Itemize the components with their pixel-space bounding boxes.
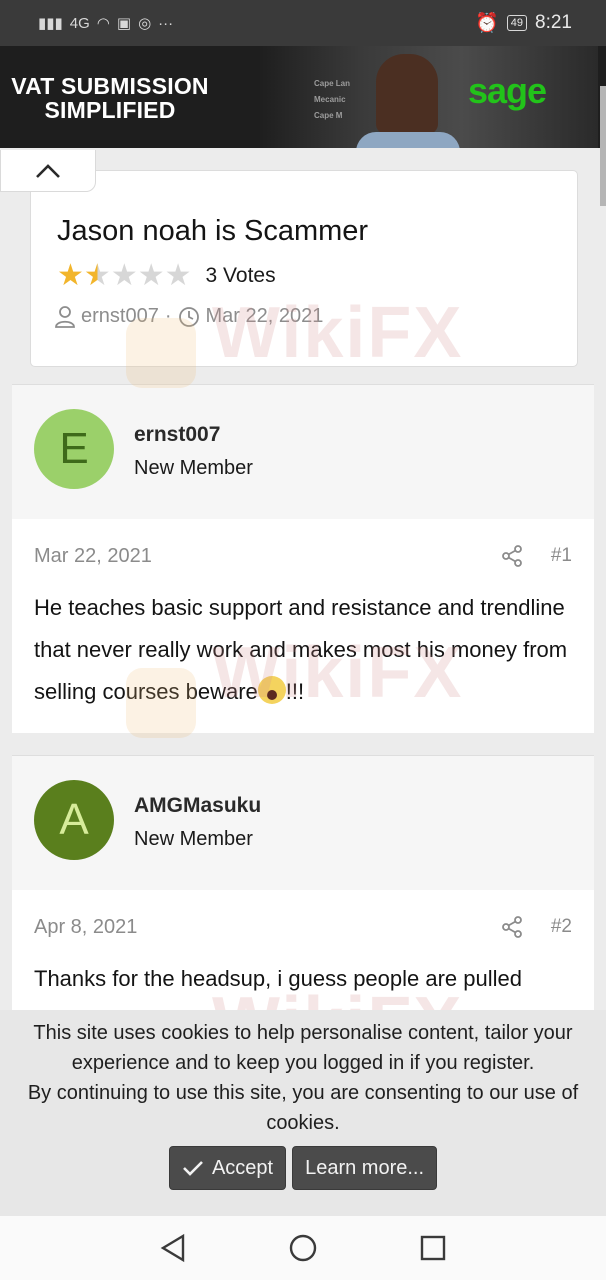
cookie-message: This site uses cookies to help personali… [0, 1010, 606, 1138]
post-author-block: A AMGMasuku New Member [12, 755, 594, 891]
learn-more-button[interactable]: Learn more... [292, 1146, 438, 1190]
post-username[interactable]: AMGMasuku [134, 794, 261, 818]
share-icon[interactable] [501, 916, 523, 938]
ad-photo-word: Mecanic [314, 95, 346, 104]
thread-date-link[interactable]: Mar 22, 2021 [206, 305, 324, 328]
rating-star-icon[interactable]: ★ [57, 261, 84, 291]
cookie-notice: This site uses cookies to help personali… [0, 1010, 606, 1216]
collapse-button[interactable] [0, 150, 96, 192]
accept-button[interactable]: Accept [168, 1146, 287, 1190]
learn-more-label: Learn more... [305, 1156, 425, 1179]
ad-photo-word: Cape Lan [314, 79, 351, 88]
post-message-suffix: !!! [285, 679, 305, 704]
ad-photo-word: Cape M [314, 111, 343, 120]
alarm-icon: ⏰ [475, 13, 499, 34]
user-role: New Member [134, 457, 253, 479]
avatar-letter: A [59, 795, 89, 844]
status-bar: ▮▮▮ 4G ◠ ▣ ◎ ··· ⏰ 49 8:21 [0, 0, 606, 46]
avatar[interactable]: A [34, 780, 114, 860]
post-number-link[interactable]: #2 [551, 916, 572, 938]
avatar[interactable]: E [34, 409, 114, 489]
star-rating[interactable]: ★ ★ ★ ★ ★ [57, 261, 192, 291]
post-body: Apr 8, 2021 #2 Thanks for the headsup, i… [12, 890, 594, 1020]
avatar-letter: E [59, 424, 89, 473]
post-message: Thanks for the headsup, i guess people a… [34, 958, 582, 1000]
chevron-up-icon [36, 163, 60, 178]
thread-title: Jason noah is Scammer [57, 215, 369, 247]
home-icon[interactable] [288, 1233, 318, 1263]
network-type-label: 4G [69, 14, 90, 32]
ad-banner[interactable]: VAT SUBMISSION SIMPLIFIED Cape Lan Mecan… [0, 46, 606, 148]
status-icons-left: ▮▮▮ 4G ◠ ▣ ◎ ··· [38, 14, 174, 33]
cookie-buttons: Accept Learn more... [0, 1146, 606, 1190]
user-role: New Member [134, 828, 253, 850]
rating-star-icon[interactable]: ★ [165, 261, 192, 291]
post-actions: #1 [501, 545, 572, 567]
recents-icon[interactable] [419, 1234, 447, 1262]
thread-rating[interactable]: ★ ★ ★ ★ ★ 3 Votes [57, 261, 276, 291]
post-body: Mar 22, 2021 #1 He teaches basic support… [12, 519, 594, 733]
meta-separator: · [164, 305, 172, 327]
thread-header-card: Jason noah is Scammer ★ ★ ★ ★ ★ 3 Votes erns… [30, 170, 578, 367]
ad-brand-logo: sage [468, 70, 547, 111]
post-actions: #2 [501, 916, 572, 938]
more-notifications-icon: ··· [158, 14, 174, 32]
ad-headline-line1: VAT SUBMISSION [11, 73, 209, 99]
share-icon[interactable] [501, 545, 523, 567]
thread-meta: ernst007 · Mar 22, 2021 [55, 305, 323, 328]
rating-star-icon[interactable]: ★ [138, 261, 165, 291]
cookie-message-line2: By continuing to use this site, you are … [27, 1082, 579, 1134]
post-author-block: E ernst007 New Member [12, 384, 594, 520]
user-icon [55, 305, 75, 328]
status-time: 8:21 [535, 12, 572, 33]
ad-photo-words: Cape Lan Mecanic Cape M [314, 76, 350, 124]
post-number-link[interactable]: #1 [551, 545, 572, 567]
rating-star-icon[interactable]: ★ [84, 261, 111, 291]
post-message-text: Thanks for the headsup, i guess people a… [34, 966, 522, 991]
signal-icon: ▮▮▮ [38, 15, 63, 32]
checkmark-icon [183, 1161, 203, 1176]
notification-icon: ▣ [116, 15, 132, 32]
whatsapp-icon: ◎ [138, 15, 152, 32]
rating-star-icon[interactable]: ★ [111, 261, 138, 291]
status-icons-right: ⏰ 49 8:21 [475, 11, 572, 35]
ad-person-image [376, 54, 438, 134]
clock-icon [178, 306, 199, 327]
ad-person-shirt [356, 132, 460, 148]
system-nav-bar [0, 1216, 606, 1280]
post-date[interactable]: Mar 22, 2021 [34, 545, 152, 568]
wifi-icon: ◠ [96, 15, 110, 32]
ad-headline: VAT SUBMISSION SIMPLIFIED [10, 74, 210, 122]
ad-headline-line2: SIMPLIFIED [44, 97, 176, 123]
scream-emoji-icon [257, 676, 286, 704]
thread-author-link[interactable]: ernst007 [81, 305, 159, 328]
accept-label: Accept [211, 1156, 274, 1179]
post-date[interactable]: Apr 8, 2021 [34, 916, 137, 939]
battery-icon: 49 [506, 15, 528, 31]
scrollbar[interactable] [600, 86, 606, 206]
vote-count: 3 Votes [205, 264, 276, 287]
cookie-message-line1: This site uses cookies to help personali… [33, 1022, 573, 1074]
back-icon[interactable] [159, 1233, 187, 1263]
post-username[interactable]: ernst007 [134, 423, 220, 447]
post-message: He teaches basic support and resistance … [34, 587, 582, 713]
